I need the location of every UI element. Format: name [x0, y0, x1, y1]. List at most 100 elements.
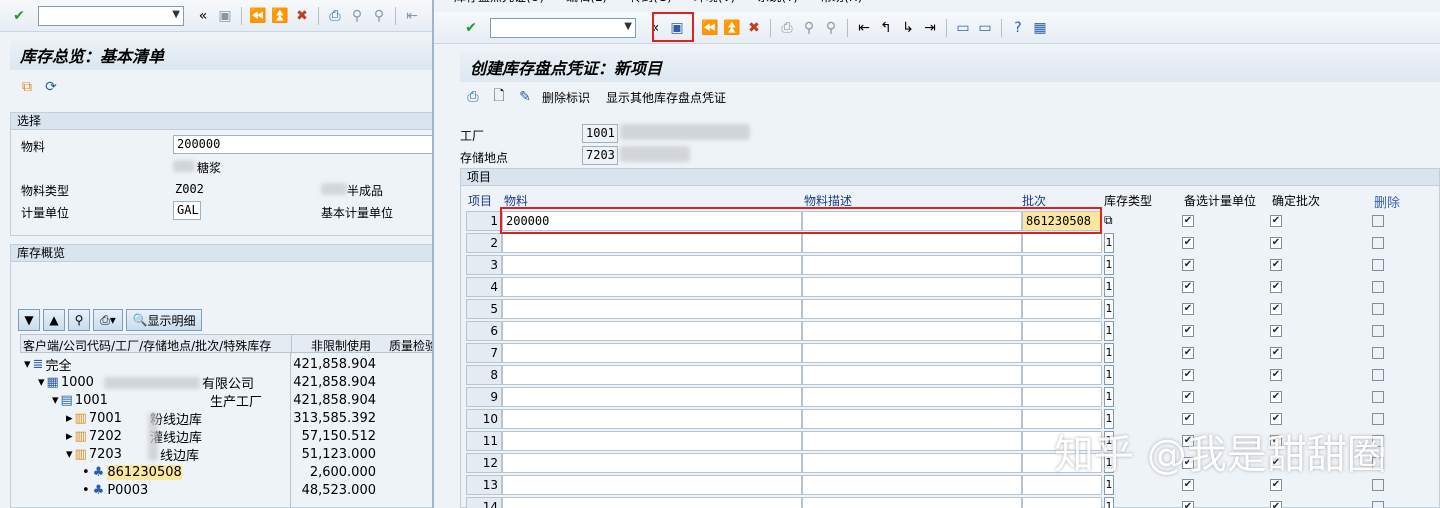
document-icon[interactable]: 🗋: [490, 88, 508, 106]
batch-cell[interactable]: [1022, 233, 1102, 253]
delete-checkbox[interactable]: [1372, 369, 1384, 381]
expand-icon[interactable]: ▸: [66, 411, 73, 426]
material-cell[interactable]: [502, 233, 802, 253]
new-session-icon[interactable]: ▭: [954, 19, 972, 37]
fix-batch-checkbox[interactable]: ✔: [1270, 347, 1282, 359]
last-page-icon[interactable]: ⇥: [921, 19, 939, 37]
find-icon[interactable]: ⚲: [348, 7, 366, 25]
fix-batch-checkbox[interactable]: ✔: [1270, 325, 1282, 337]
material-cell[interactable]: [502, 343, 802, 363]
menu-item[interactable]: 系统(Y): [757, 0, 798, 8]
first-page-icon[interactable]: ⇤: [855, 19, 873, 37]
collapse-icon[interactable]: ▾: [52, 393, 59, 408]
fix-batch-checkbox[interactable]: ✔: [1270, 369, 1282, 381]
delete-checkbox[interactable]: [1372, 259, 1384, 271]
tree-row[interactable]: ▸ ▥ 7202 灌线边库 57,150.512: [20, 427, 440, 446]
stock-type-cell[interactable]: 1: [1104, 255, 1114, 275]
delete-checkbox[interactable]: [1372, 501, 1384, 508]
stock-type-cell[interactable]: 1: [1104, 321, 1114, 341]
print-icon[interactable]: ⎙: [326, 7, 344, 25]
batch-cell[interactable]: [1022, 299, 1102, 319]
back-icon[interactable]: ⏪: [249, 7, 267, 25]
save-icon[interactable]: ▣: [216, 7, 234, 25]
alt-uom-checkbox[interactable]: ✔: [1182, 237, 1194, 249]
alt-uom-checkbox[interactable]: ✔: [1182, 303, 1194, 315]
cancel-icon[interactable]: ✖: [745, 19, 763, 37]
fix-batch-checkbox[interactable]: ✔: [1270, 501, 1282, 508]
delete-checkbox[interactable]: [1372, 215, 1384, 227]
delete-checkbox[interactable]: [1372, 325, 1384, 337]
material-cell[interactable]: [502, 453, 802, 473]
shortcut-icon[interactable]: ▭: [976, 19, 994, 37]
cancel-icon[interactable]: ✖: [293, 7, 311, 25]
alt-uom-checkbox[interactable]: ✔: [1182, 391, 1194, 403]
alt-uom-checkbox[interactable]: ✔: [1182, 259, 1194, 271]
material-cell[interactable]: [502, 255, 802, 275]
delete-checkbox[interactable]: [1372, 303, 1384, 315]
collapse-icon[interactable]: ▾: [24, 357, 31, 372]
expand-all-icon[interactable]: ▼: [18, 309, 40, 331]
fix-batch-checkbox[interactable]: ✔: [1270, 303, 1282, 315]
menu-item[interactable]: 编辑(E): [566, 0, 607, 8]
batch-cell[interactable]: [1022, 343, 1102, 363]
stock-type-cell[interactable]: 1: [1104, 497, 1114, 508]
tree-row[interactable]: ▾ ▤ 1001 生产工厂 421,858.904: [20, 391, 440, 410]
back-icon[interactable]: ⏪: [701, 19, 719, 37]
refresh-icon[interactable]: ⟳: [42, 78, 60, 96]
show-detail-button[interactable]: 🔍 显示明细: [126, 309, 202, 331]
stock-type-cell[interactable]: 1: [1104, 387, 1114, 407]
stock-type-cell[interactable]: 1: [1104, 299, 1114, 319]
tree-row[interactable]: ▾ ▦ 1000 有限公司 421,858.904: [20, 373, 440, 392]
find-icon[interactable]: ⚲: [68, 309, 90, 331]
exit-icon[interactable]: ⏫: [723, 19, 741, 37]
material-cell[interactable]: [502, 475, 802, 495]
enter-icon[interactable]: ✔: [10, 7, 28, 25]
material-cell[interactable]: [502, 365, 802, 385]
alt-uom-checkbox[interactable]: ✔: [1182, 281, 1194, 293]
batch-cell[interactable]: [1022, 277, 1102, 297]
batch-search-help-icon[interactable]: ⧉: [1104, 213, 1113, 228]
find-next-icon[interactable]: ⚲: [370, 7, 388, 25]
show-other-button[interactable]: 显示其他库存盘点凭证: [606, 89, 726, 106]
batch-cell[interactable]: [1022, 497, 1102, 508]
material-cell[interactable]: [502, 409, 802, 429]
tree-row[interactable]: • ♣ 861230508 2,600.000: [20, 463, 440, 481]
right-command-field[interactable]: ▼: [490, 17, 636, 38]
stock-type-cell[interactable]: 1: [1104, 233, 1114, 253]
material-cell[interactable]: [502, 277, 802, 297]
collapse-all-icon[interactable]: ▲: [43, 309, 65, 331]
alt-uom-checkbox[interactable]: ✔: [1182, 369, 1194, 381]
stock-type-cell[interactable]: 1: [1104, 365, 1114, 385]
menu-item[interactable]: 帮助(H): [820, 0, 862, 8]
fix-batch-checkbox[interactable]: ✔: [1270, 281, 1282, 293]
fix-batch-checkbox[interactable]: ✔: [1270, 237, 1282, 249]
batch-cell[interactable]: [1022, 387, 1102, 407]
layout-menu-icon[interactable]: ▦: [1031, 19, 1049, 37]
tree-row[interactable]: ▾ ▥ 7203 线边库 51,123.000: [20, 445, 440, 464]
alt-uom-checkbox[interactable]: ✔: [1182, 325, 1194, 337]
print-icon[interactable]: ⎙: [778, 19, 796, 37]
enter-icon[interactable]: ✔: [462, 19, 480, 37]
material-field[interactable]: 200000: [173, 135, 440, 154]
collapse-icon[interactable]: ▾: [38, 375, 45, 390]
stock-type-cell[interactable]: 1: [1104, 343, 1114, 363]
exit-icon[interactable]: ⏫: [271, 7, 289, 25]
batch-cell[interactable]: [1022, 365, 1102, 385]
find-next-icon[interactable]: ⚲: [822, 19, 840, 37]
collapse-icon[interactable]: ▾: [66, 447, 73, 462]
material-cell[interactable]: [502, 497, 802, 508]
tree-row[interactable]: • ♣ P0003 48,523.000: [20, 481, 440, 499]
tree-row[interactable]: ▾ ≣ 完全 421,858.904: [20, 355, 440, 374]
tree-row[interactable]: ▸ ▥ 7001 粉线边库 313,585.392: [20, 409, 440, 428]
batch-cell[interactable]: [1022, 321, 1102, 341]
first-page-icon[interactable]: ⇤: [403, 7, 421, 25]
previous-page-icon[interactable]: ↰: [877, 19, 895, 37]
fix-batch-checkbox[interactable]: ✔: [1270, 391, 1282, 403]
delete-flag-button[interactable]: 删除标识: [542, 89, 590, 106]
fix-batch-checkbox[interactable]: ✔: [1270, 259, 1282, 271]
find-icon[interactable]: ⚲: [800, 19, 818, 37]
alt-uom-checkbox[interactable]: ✔: [1182, 479, 1194, 491]
material-cell[interactable]: [502, 387, 802, 407]
help-icon[interactable]: ?: [1009, 19, 1027, 37]
stock-type-cell[interactable]: 1: [1104, 277, 1114, 297]
